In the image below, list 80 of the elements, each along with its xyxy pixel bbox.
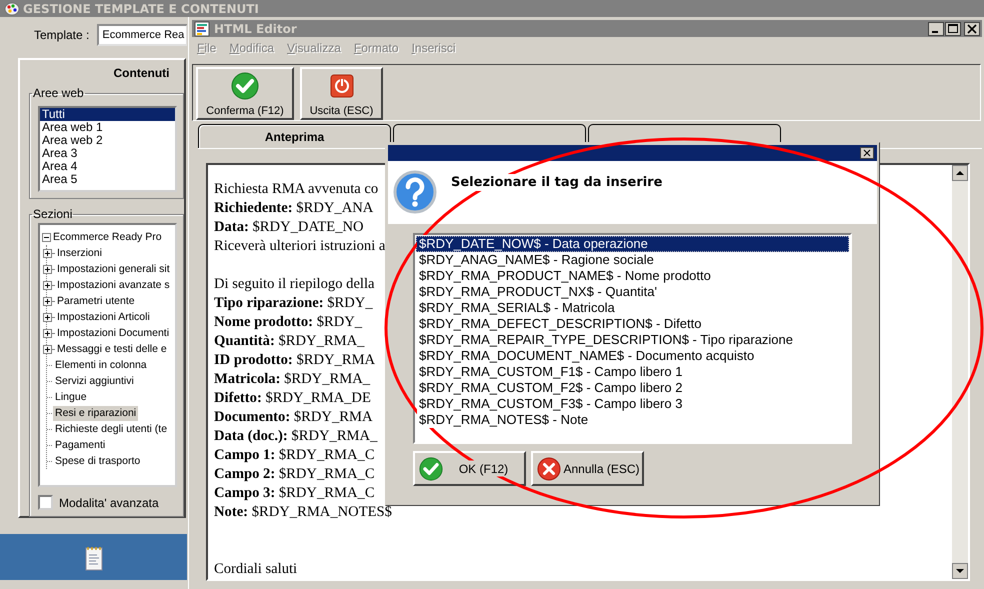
list-item[interactable]: Area 3: [40, 147, 175, 160]
tree-item[interactable]: Elementi in colonna: [53, 358, 149, 372]
tree-item[interactable]: Resi e riparazioni: [53, 406, 138, 420]
tree-item[interactable]: Pagamenti: [53, 438, 108, 452]
group-label: Sezioni: [32, 207, 74, 221]
notepad-icon: [84, 546, 104, 572]
tree-item[interactable]: Parametri utente: [55, 294, 137, 308]
checkbox[interactable]: [38, 495, 53, 510]
check-icon: [231, 72, 259, 100]
checkbox-label: Modalita' avanzata: [59, 496, 159, 510]
cancel-button[interactable]: Annulla (ESC): [531, 451, 644, 486]
maximize-button[interactable]: [945, 22, 961, 36]
text-line: Campo 2: $RDY_RMA_C: [214, 465, 375, 484]
list-item[interactable]: Tutti: [40, 108, 175, 121]
tree-item[interactable]: Servizi aggiuntivi: [53, 374, 136, 388]
tree-item[interactable]: Impostazioni Articoli: [55, 310, 152, 324]
text-line: Documento: $RDY_RMA: [214, 408, 373, 427]
dialog-heading: Selezionare il tag da inserire: [451, 175, 662, 190]
list-item[interactable]: $RDY_RMA_CUSTOM_F2$ - Campo libero 2: [416, 380, 850, 396]
scroll-up-icon: [952, 165, 968, 181]
cancel-icon: [537, 456, 561, 480]
window-title: HTML Editor: [214, 22, 298, 36]
scrollbar[interactable]: [952, 165, 968, 579]
text-line: Riceverà ulteriori istruzioni a: [214, 237, 386, 256]
text-line: Data (doc.): $RDY_RMA_: [214, 427, 378, 446]
list-item[interactable]: $RDY_RMA_NOTES$ - Note: [416, 412, 850, 428]
check-icon: [419, 456, 443, 480]
template-label: Template :: [34, 28, 90, 42]
tree-item[interactable]: Messaggi e testi delle e: [55, 342, 169, 356]
exit-button[interactable]: Uscita (ESC): [300, 67, 383, 120]
list-item[interactable]: $RDY_RMA_REPAIR_TYPE_DESCRIPTION$ - Tipo riparazione: [416, 332, 850, 348]
text-line: Data: $RDY_DATE_NO: [214, 218, 364, 237]
text-line: Nome prodotto: $RDY_: [214, 313, 362, 332]
list-item[interactable]: $RDY_RMA_PRODUCT_NAME$ - Nome prodotto: [416, 268, 850, 284]
list-item[interactable]: $RDY_DATE_NOW$ - Data operazione: [416, 236, 849, 252]
list-item[interactable]: $RDY_RMA_PRODUCT_NX$ - Quantita': [416, 284, 850, 300]
list-item[interactable]: $RDY_RMA_DOCUMENT_NAME$ - Documento acquisto: [416, 348, 850, 364]
ok-button[interactable]: OK (F12): [413, 451, 526, 486]
list-item[interactable]: $RDY_RMA_DEFECT_DESCRIPTION$ - Difetto: [416, 316, 850, 332]
text-line: Richiesta RMA avvenuta co: [214, 180, 378, 199]
power-icon: [328, 72, 356, 100]
text-line: Campo 1: $RDY_RMA_C: [214, 446, 375, 465]
confirm-button[interactable]: Conferma (F12): [196, 67, 294, 120]
tree-item[interactable]: Impostazioni avanzate s: [55, 278, 172, 292]
tree-item[interactable]: Ecommerce Ready Pro: [51, 230, 164, 244]
tab[interactable]: Anteprima: [198, 124, 391, 148]
window-title: GESTIONE TEMPLATE E CONTENUTI: [23, 2, 259, 16]
list-item[interactable]: $RDY_RMA_CUSTOM_F3$ - Campo libero 3: [416, 396, 850, 412]
tree-item[interactable]: Impostazioni generali sit: [55, 262, 172, 276]
text-line: Quantità: $RDY_RMA_: [214, 332, 364, 351]
close-button[interactable]: [964, 22, 980, 36]
tree-item[interactable]: Impostazioni Documenti: [55, 326, 172, 340]
text-line: Difetto: $RDY_RMA_DE: [214, 389, 371, 408]
group-label: Aree web: [32, 86, 85, 100]
list-item[interactable]: Area web 1: [40, 121, 175, 134]
text-line: Tipo riparazione: $RDY_: [214, 294, 373, 313]
text-line: Di seguito il riepilogo della: [214, 275, 375, 294]
template-dropdown[interactable]: Ecommerce Rea: [97, 24, 188, 46]
close-button[interactable]: [860, 147, 874, 159]
list-item[interactable]: Area web 2: [40, 134, 175, 147]
tree-item[interactable]: Lingue: [53, 390, 89, 404]
text-line: Cordiali saluti: [214, 560, 298, 579]
text-line: Campo 3: $RDY_RMA_C: [214, 484, 375, 503]
panel-title: Contenuti: [112, 66, 170, 80]
tree-item[interactable]: Richieste degli utenti (te: [53, 422, 170, 436]
text-line: Richiedente: $RDY_ANA: [214, 199, 374, 218]
text-line: ID prodotto: $RDY_RMA: [214, 351, 376, 370]
minimize-button[interactable]: [928, 22, 944, 36]
text-line: Note: $RDY_RMA_NOTES$: [214, 503, 392, 522]
app-icon: [194, 20, 210, 37]
scroll-down-icon: [952, 563, 968, 579]
question-icon: [393, 170, 437, 214]
tree-item[interactable]: Inserzioni: [55, 246, 104, 260]
list-item[interactable]: $RDY_ANAG_NAME$ - Ragione sociale: [416, 252, 850, 268]
list-item[interactable]: Area 5: [40, 173, 175, 186]
list-item[interactable]: $RDY_RMA_CUSTOM_F1$ - Campo libero 1: [416, 364, 850, 380]
list-item[interactable]: Area 4: [40, 160, 175, 173]
list-item[interactable]: $RDY_RMA_SERIAL$ - Matricola: [416, 300, 850, 316]
text-line: Matricola: $RDY_RMA_: [214, 370, 370, 389]
tree-item[interactable]: Spese di trasporto: [53, 454, 142, 468]
